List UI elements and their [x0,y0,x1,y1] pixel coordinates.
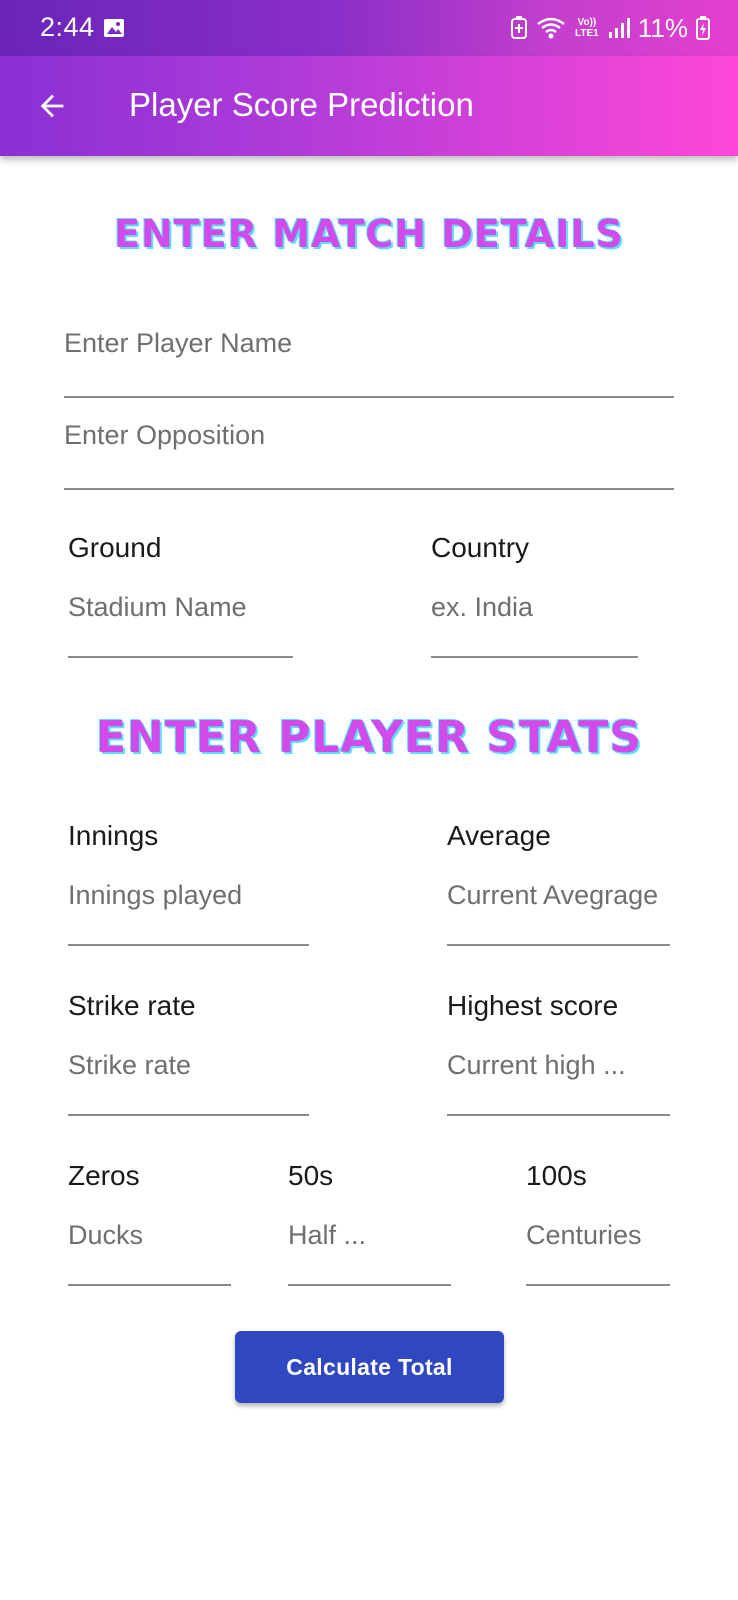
back-button[interactable] [30,84,74,128]
match-details-heading: Enter Match Details [114,212,624,256]
ground-placeholder: Stadium Name [68,592,247,622]
ground-underline [68,656,293,658]
fifties-underline [288,1284,451,1286]
country-underline [431,656,638,658]
volte-icon: Vo)) LTE1 [575,17,599,39]
average-underline [447,944,670,946]
zeros-underline [68,1284,231,1286]
battery-percent: 11% [637,12,688,43]
data-saver-icon [510,16,527,39]
hundreds-label: 100s [526,1160,587,1191]
country-label: Country [431,532,530,563]
average-placeholder: Current Avegrage [447,880,659,910]
player-name-placeholder: Enter Player Name [64,328,293,358]
player-name-field[interactable]: Enter Player Name [64,308,674,398]
zeros-field[interactable]: Zeros Ducks [68,1160,231,1290]
arrow-back-icon [40,94,64,118]
opposition-field[interactable]: Enter Opposition [64,400,674,490]
average-field[interactable]: Average Current Avegrage [447,820,670,950]
ground-field[interactable]: Ground Stadium Name [68,532,293,662]
country-field[interactable]: Country ex. India [431,532,638,662]
innings-label: Innings [68,820,159,851]
highest-score-label: Highest score [447,990,619,1021]
strike-rate-label: Strike rate [68,990,196,1021]
fifties-placeholder: Half ... [288,1220,367,1250]
innings-underline [68,944,309,946]
calculate-total-button[interactable]: Calculate Total [235,1331,504,1403]
highest-score-field[interactable]: Highest score Current high ... [447,990,670,1120]
opposition-placeholder: Enter Opposition [64,420,266,450]
strike-rate-placeholder: Strike rate [68,1050,192,1080]
zeros-placeholder: Ducks [68,1220,144,1250]
hundreds-field[interactable]: 100s Centuries [526,1160,670,1290]
gallery-icon [104,19,124,37]
app-bar: Player Score Prediction [0,56,738,156]
hundreds-underline [526,1284,670,1286]
ground-label: Ground [68,532,162,563]
zeros-label: Zeros [68,1160,140,1191]
status-time: 2:44 [40,12,95,42]
country-placeholder: ex. India [431,592,534,622]
highest-score-placeholder: Current high ... [447,1050,626,1080]
opposition-underline [64,488,674,490]
page-title: Player Score Prediction [129,86,474,123]
player-stats-heading: Enter Player Stats [95,712,643,763]
average-label: Average [447,820,551,851]
status-icons: Vo)) LTE1 11% [510,12,710,44]
player-name-underline [64,396,674,398]
strike-rate-field[interactable]: Strike rate Strike rate [68,990,309,1120]
strike-rate-underline [68,1114,309,1116]
innings-placeholder: Innings played [68,880,243,910]
wifi-icon [537,17,565,39]
fifties-label: 50s [288,1160,334,1191]
signal-icon [608,18,630,38]
hundreds-placeholder: Centuries [526,1220,642,1250]
fifties-field[interactable]: 50s Half ... [288,1160,451,1290]
battery-charging-icon [696,16,710,40]
status-bar: 2:44 Vo)) LTE1 11% [0,0,738,56]
highest-score-underline [447,1114,670,1116]
innings-field[interactable]: Innings Innings played [68,820,309,950]
